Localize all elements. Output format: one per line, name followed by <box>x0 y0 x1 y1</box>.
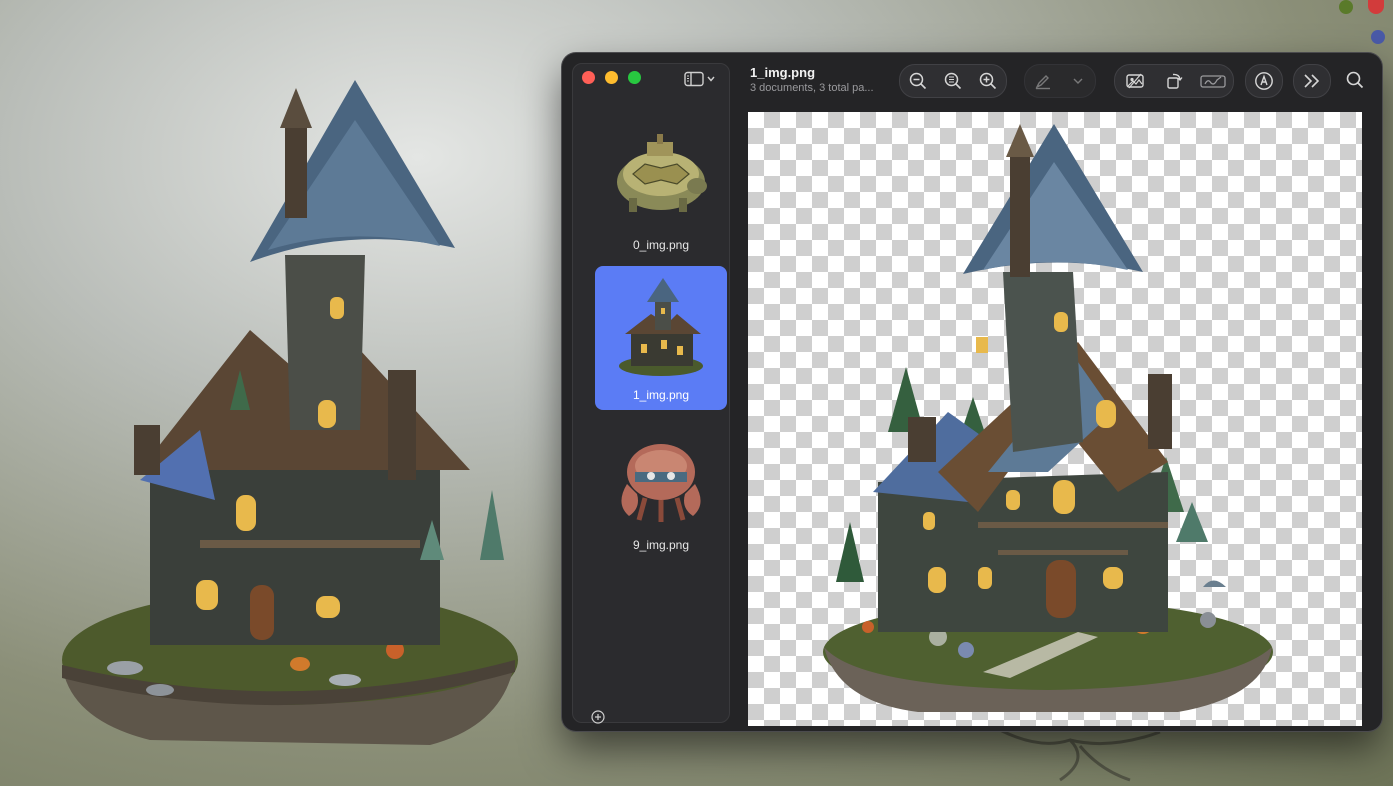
more-chevrons-icon <box>1304 74 1320 88</box>
zoom-in-button[interactable] <box>973 67 1003 95</box>
zoom-out-button[interactable] <box>903 67 933 95</box>
more-control <box>1293 64 1331 98</box>
markup-control <box>1245 64 1283 98</box>
sidebar-toggle-icon <box>684 71 704 87</box>
actual-size-icon <box>944 72 962 90</box>
chevron-down-icon <box>1073 78 1082 84</box>
highlight-pen-icon <box>1034 75 1050 90</box>
window-minimize-button[interactable] <box>605 71 618 84</box>
thumbnail-label: 0_img.png <box>632 238 690 252</box>
search-icon <box>1346 71 1364 89</box>
zoom-in-icon <box>980 72 997 90</box>
thumbnail-item-0[interactable]: 0_img.png <box>595 116 727 260</box>
signature-button[interactable] <box>1198 67 1228 95</box>
add-page-icon[interactable] <box>591 710 605 724</box>
image-canvas[interactable] <box>748 112 1362 726</box>
more-tools-button[interactable] <box>1297 67 1327 95</box>
rotate-icon <box>1167 73 1183 89</box>
crab-robot-thumbnail-icon <box>621 444 701 522</box>
thumbnail-label: 9_img.png <box>632 538 690 552</box>
document-subtitle: 3 documents, 3 total pa... <box>750 82 874 94</box>
window-zoom-button[interactable] <box>628 71 641 84</box>
signature-icon <box>1200 75 1226 88</box>
markup-button[interactable] <box>1249 67 1279 95</box>
desktop-blue-dot <box>1371 30 1385 44</box>
markup-icon <box>1255 72 1273 90</box>
document-title-block: 1_img.png 3 documents, 3 total pa... <box>750 65 890 95</box>
house-image <box>823 124 1273 712</box>
thumbnail-item-1[interactable]: 1_img.png <box>595 266 727 410</box>
thumbnail-label: 1_img.png <box>632 388 690 402</box>
zoom-controls <box>899 64 1007 98</box>
thumbnail-item-2[interactable]: 9_img.png <box>595 416 727 560</box>
crop-image-button[interactable] <box>1120 67 1150 95</box>
document-title: 1_img.png <box>750 65 816 80</box>
highlight-button[interactable] <box>1028 67 1058 95</box>
actual-size-button[interactable] <box>938 67 968 95</box>
background-house-render <box>62 80 518 745</box>
crop-image-icon <box>1125 73 1144 89</box>
chevron-down-icon <box>707 76 715 82</box>
rotate-button[interactable] <box>1159 67 1189 95</box>
window-close-button[interactable] <box>582 71 595 84</box>
edit-controls <box>1114 64 1234 98</box>
sidebar-toggle-button[interactable] <box>684 70 720 88</box>
preview-window: 0_img.png 1_img.png 9_img.png 1_img.png … <box>562 53 1382 731</box>
turtle-thumbnail-icon <box>617 134 707 212</box>
thumbnail-sidebar: 0_img.png 1_img.png 9_img.png <box>572 63 730 724</box>
highlight-controls <box>1024 64 1096 98</box>
house-thumbnail-icon <box>619 278 703 376</box>
highlight-menu-button[interactable] <box>1063 67 1093 95</box>
desktop-close-badge[interactable] <box>1368 0 1384 14</box>
zoom-out-icon <box>909 72 926 90</box>
desktop-green-dot <box>1339 0 1353 14</box>
search-button[interactable] <box>1340 66 1370 94</box>
